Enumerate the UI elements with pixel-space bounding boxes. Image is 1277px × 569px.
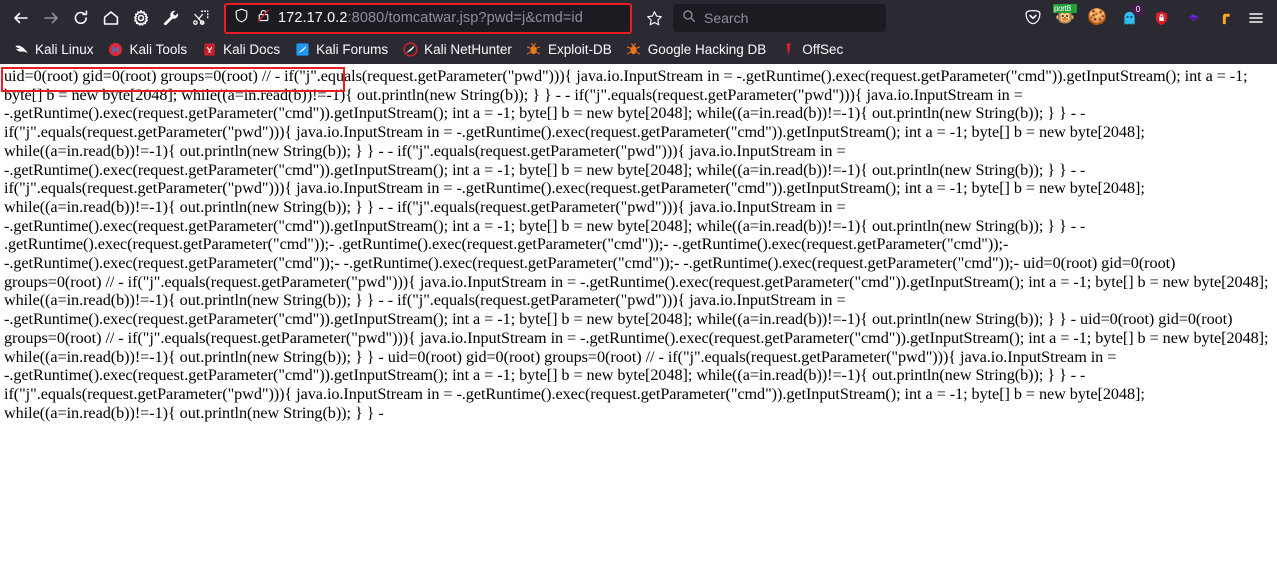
shield-icon[interactable] — [234, 8, 249, 28]
bookmark-kali-forums[interactable]: Kali Forums — [287, 39, 395, 59]
wrench-icon[interactable] — [156, 3, 186, 33]
purple-diamond-icon[interactable] — [1180, 5, 1206, 31]
search-icon — [682, 9, 696, 28]
kali-docs-icon — [201, 41, 217, 57]
pocket-icon[interactable] — [1020, 5, 1046, 31]
kali-forums-icon — [294, 41, 310, 57]
search-placeholder: Search — [704, 10, 749, 26]
url-host: 172.17.0.2 — [278, 10, 348, 26]
hamburger-menu-icon[interactable] — [1241, 3, 1271, 33]
bookmark-label: Kali Forums — [316, 41, 389, 57]
bookmarks-toolbar: Kali Linux Kali Tools Kali Docs Kali For… — [0, 36, 1277, 64]
bookmark-kali-nethunter[interactable]: Kali NetHunter — [395, 39, 519, 59]
bookmark-offsec[interactable]: OffSec — [773, 39, 850, 59]
browser-window: 172.17.0.2:8080/tomcatwar.jsp?pwd=j&cmd=… — [0, 0, 1277, 569]
back-button[interactable] — [6, 3, 36, 33]
bookmark-kali-tools[interactable]: Kali Tools — [101, 39, 195, 59]
forward-button[interactable] — [36, 3, 66, 33]
navigation-toolbar: 172.17.0.2:8080/tomcatwar.jsp?pwd=j&cmd=… — [0, 0, 1277, 36]
bookmark-label: Google Hacking DB — [647, 41, 767, 57]
cookie-editor-icon[interactable]: 🍪 — [1084, 5, 1110, 31]
exploit-db-icon — [526, 41, 542, 57]
bookmark-label: OffSec — [802, 41, 844, 57]
ghost-badge: 0 — [1133, 5, 1143, 15]
url-text: 172.17.0.2:8080/tomcatwar.jsp?pwd=j&cmd=… — [278, 10, 583, 26]
bookmark-label: Kali Docs — [223, 41, 281, 57]
bookmark-kali-linux[interactable]: Kali Linux — [6, 39, 101, 59]
offsec-icon — [780, 41, 796, 57]
reload-button[interactable] — [66, 3, 96, 33]
jsp-response-text: uid=0(root) gid=0(root) groups=0(root) /… — [4, 67, 1269, 422]
bookmark-kali-docs[interactable]: Kali Docs — [194, 39, 287, 59]
broken-lock-icon[interactable] — [256, 8, 271, 28]
home-button[interactable] — [96, 3, 126, 33]
bookmark-label: Kali NetHunter — [424, 41, 512, 57]
bookmark-label: Kali Linux — [35, 41, 94, 57]
gear-icon[interactable] — [126, 3, 156, 33]
bookmark-exploit-db[interactable]: Exploit-DB — [519, 39, 619, 59]
foxyproxy-icon[interactable] — [1212, 5, 1238, 31]
bookmark-label: Exploit-DB — [547, 41, 612, 57]
search-bar[interactable]: Search — [673, 4, 886, 32]
https-everywhere-icon[interactable] — [1148, 5, 1174, 31]
bookmark-star-icon[interactable] — [638, 3, 670, 33]
bookmark-label: Kali Tools — [129, 41, 188, 57]
ghost-proxy-icon[interactable]: 0 — [1116, 5, 1143, 31]
port-badge: port8 — [1053, 4, 1077, 13]
url-bar-highlight: 172.17.0.2:8080/tomcatwar.jsp?pwd=j&cmd=… — [224, 2, 632, 34]
page-content: uid=0(root) gid=0(root) groups=0(root) /… — [0, 64, 1277, 569]
url-bar[interactable]: 172.17.0.2:8080/tomcatwar.jsp?pwd=j&cmd=… — [226, 4, 630, 32]
kali-nethunter-icon — [402, 41, 418, 57]
scissors-icon[interactable] — [186, 3, 216, 33]
bookmark-google-hacking-db[interactable]: Google Hacking DB — [619, 39, 774, 59]
url-path: :8080/tomcatwar.jsp?pwd=j&cmd=id — [347, 10, 583, 26]
google-hacking-db-icon — [626, 41, 642, 57]
portswigger-burp-icon[interactable]: 🐵 port8 — [1052, 4, 1078, 31]
kali-dragon-icon — [13, 41, 29, 57]
kali-tools-icon — [108, 41, 124, 57]
